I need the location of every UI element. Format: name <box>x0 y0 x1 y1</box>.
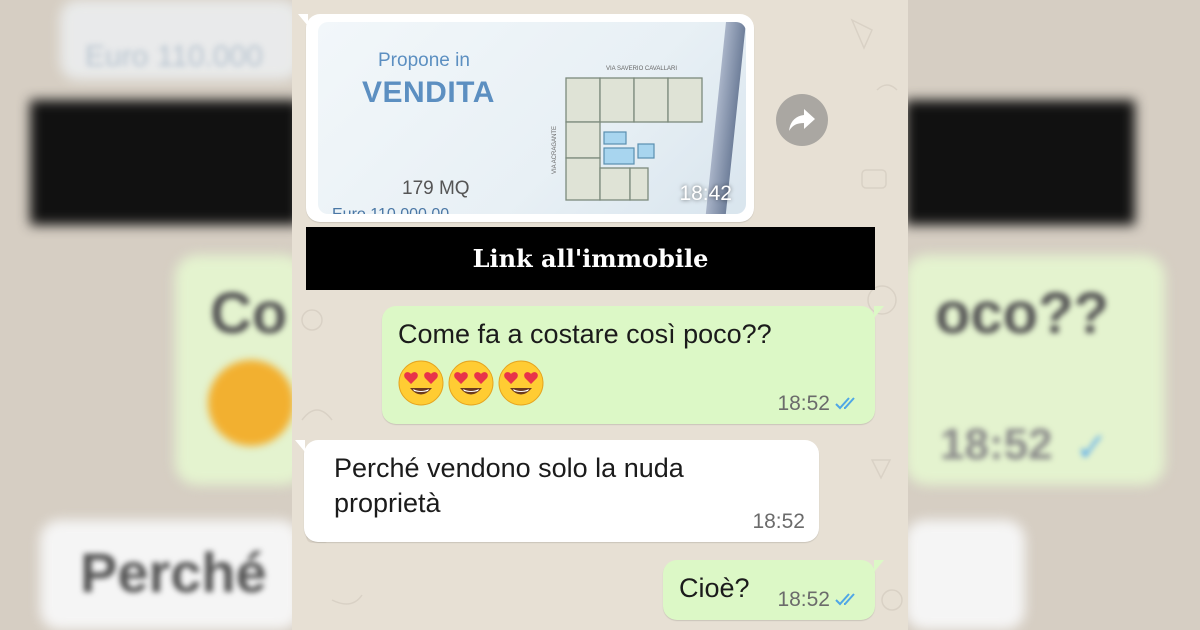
bg-check-icon: ✓ <box>1075 426 1109 470</box>
bg-white-right <box>905 520 1025 630</box>
forward-button[interactable] <box>776 94 828 146</box>
bg-text-poco: oco?? <box>935 281 1109 346</box>
listing-heading-small: Propone in <box>378 50 470 71</box>
chat-panel: Propone in VENDITA 179 MQ Euro 110.000,0… <box>292 0 908 630</box>
message-meta: 18:52 <box>777 392 861 416</box>
bg-text-perche: Perché <box>80 541 267 604</box>
bg-emoji <box>208 360 294 446</box>
message-text: Cioè? <box>679 573 750 603</box>
heart-eyes-emoji-icon <box>398 360 444 406</box>
message-text-line1: Perché vendono solo la nuda <box>334 453 684 483</box>
outgoing-message[interactable]: Come fa a costare così poco?? 18:52 <box>382 306 884 424</box>
incoming-message[interactable]: Perché vendono solo la nuda proprietà 18… <box>295 440 819 542</box>
message-time: 18:52 <box>777 588 830 611</box>
listing-price: Euro 110.000,00 <box>332 206 449 214</box>
link-banner[interactable]: Link all'immobile <box>306 227 875 290</box>
listing-image-message[interactable]: Propone in VENDITA 179 MQ Euro 110.000,0… <box>298 14 754 222</box>
message-text: Come fa a costare così poco?? <box>398 319 772 349</box>
bg-text-co: Co <box>210 281 288 346</box>
double-check-icon <box>835 397 855 410</box>
message-meta: 18:52 <box>777 588 861 612</box>
listing-area: 179 MQ <box>402 178 470 199</box>
bg-text-time: 18:52 <box>940 420 1053 469</box>
svg-text:VIA SAVERIO CAVALLARI: VIA SAVERIO CAVALLARI <box>606 66 677 72</box>
share-forward-icon <box>789 109 815 131</box>
listing-message-time: 18:42 <box>679 182 732 205</box>
outgoing-message[interactable]: Cioè? 18:52 <box>663 560 884 620</box>
bg-banner-right <box>905 100 1135 225</box>
heart-eyes-emoji-icon <box>448 360 494 406</box>
message-time: 18:52 <box>752 510 805 533</box>
heart-eyes-emoji-icon <box>498 360 544 406</box>
message-text-line2: proprietà <box>334 488 441 518</box>
svg-text:VIA ACRAGANTE: VIA ACRAGANTE <box>552 126 558 174</box>
bg-text-price: Euro 110.000 <box>85 40 263 73</box>
bg-banner-left <box>30 100 300 225</box>
message-meta: 18:52 <box>752 510 805 534</box>
listing-heading-big: VENDITA <box>362 76 495 109</box>
double-check-icon <box>835 593 855 606</box>
listing-image[interactable]: Propone in VENDITA 179 MQ Euro 110.000,0… <box>318 22 746 214</box>
message-time: 18:52 <box>777 392 830 415</box>
